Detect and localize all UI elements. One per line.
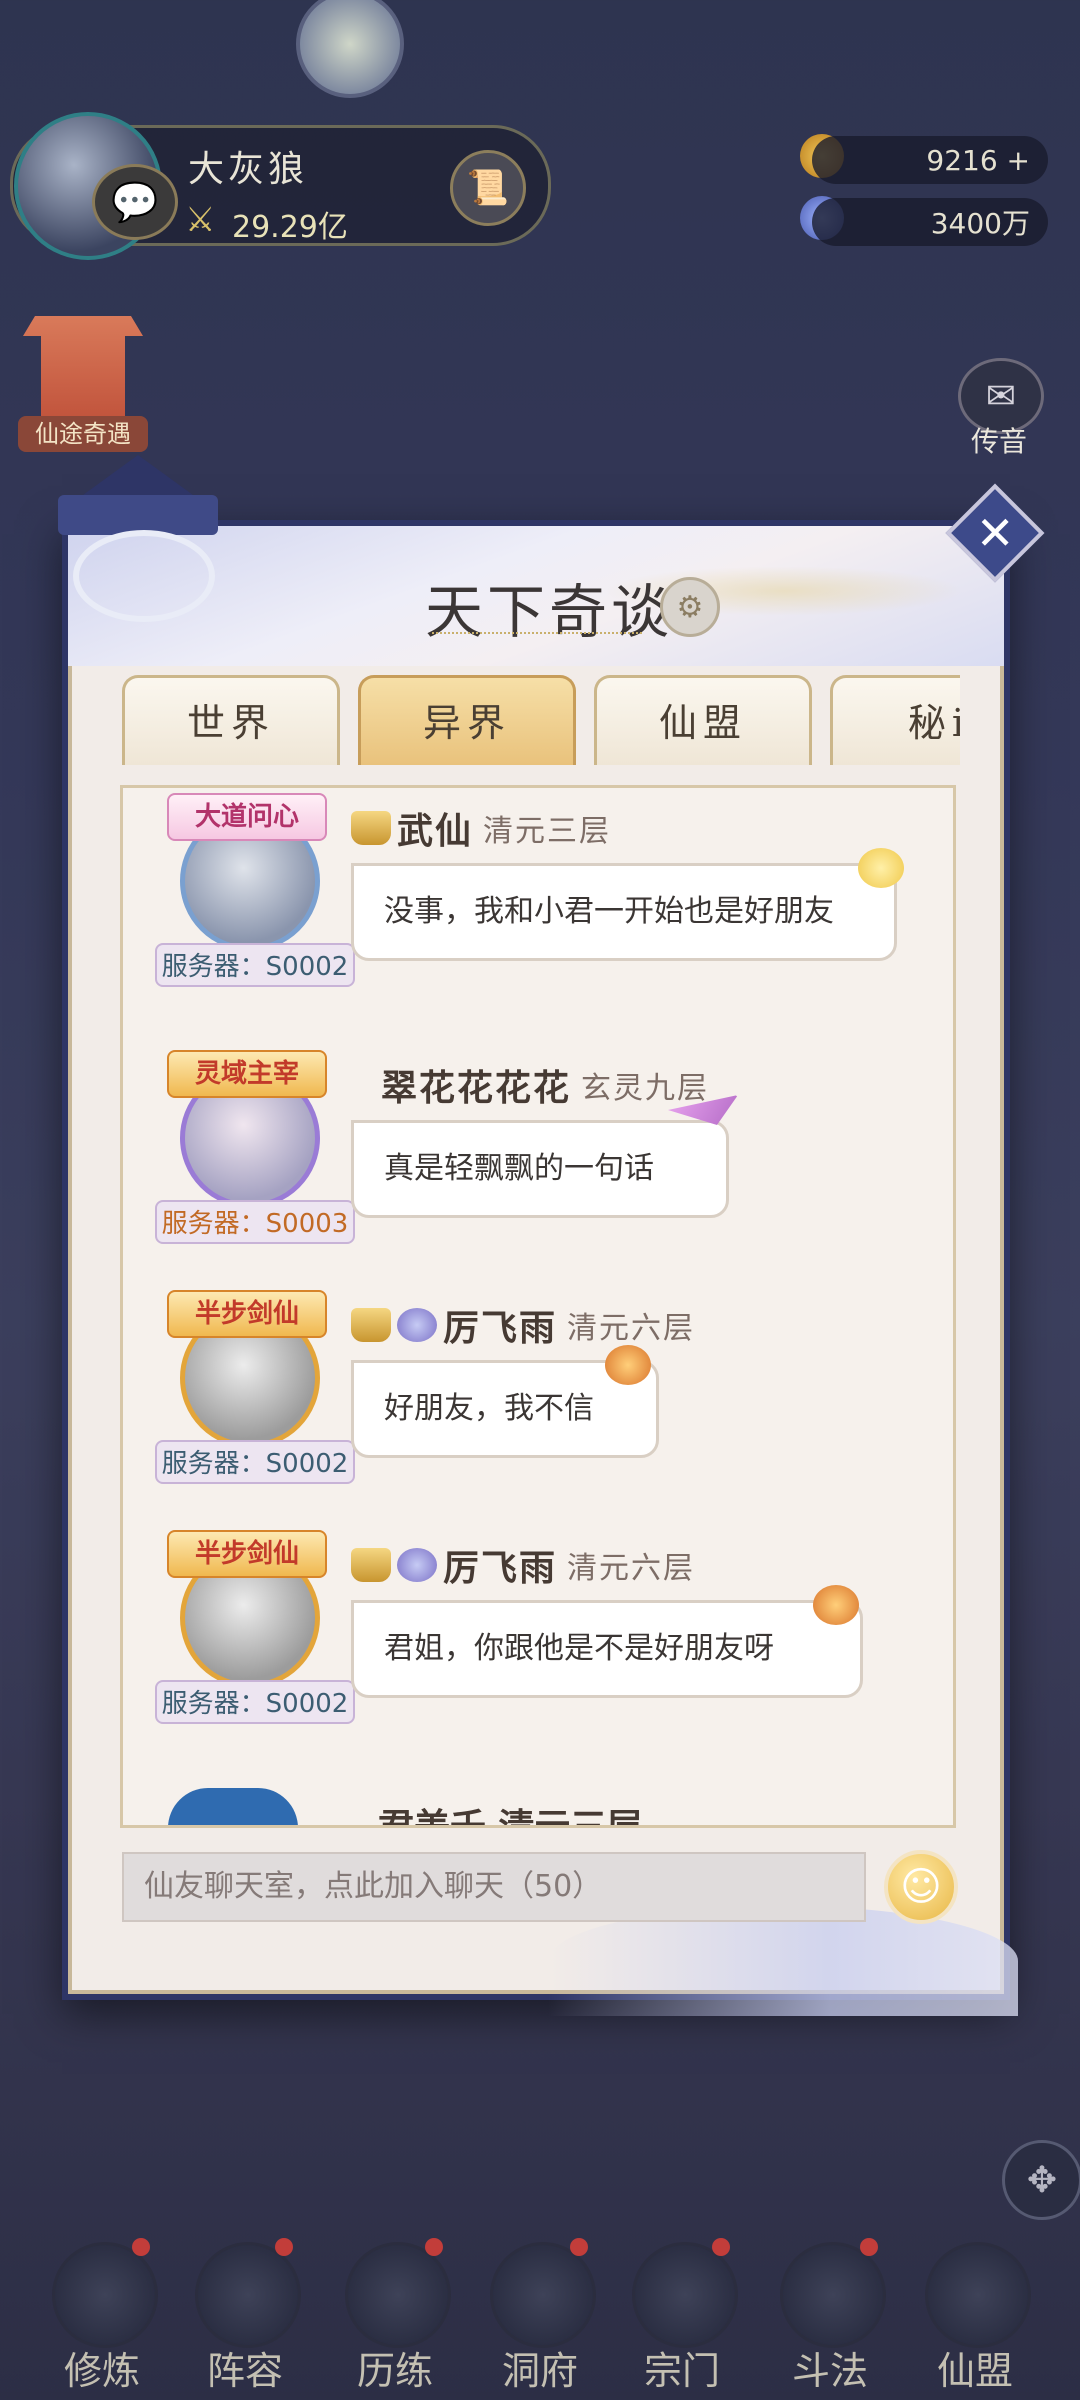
title-badge: 半步剑仙: [167, 1530, 327, 1578]
mail-label: 传音: [970, 425, 1027, 458]
duck-icon: [858, 848, 904, 888]
cultivate-icon: [52, 2242, 158, 2348]
sender-line: 厉飞雨 清元六层: [351, 1540, 695, 1590]
cave-icon: [490, 2242, 596, 2348]
sender-line: 武仙 清元三层: [351, 803, 611, 853]
chat-input[interactable]: 仙友聊天室，点此加入聊天（50）: [122, 1852, 866, 1922]
server-label: 服务器：S0002: [155, 1680, 355, 1724]
nav-battle[interactable]: 斗法: [760, 2230, 900, 2400]
wave-decoration: [548, 1906, 1018, 2016]
nav-label: 阵容: [206, 2349, 283, 2393]
alliance-icon: [925, 2242, 1031, 2348]
tab-otherworld[interactable]: 异界: [358, 675, 576, 765]
compass-icon[interactable]: ✥: [1002, 2140, 1080, 2220]
message-text: 君姐，你跟他是不是好朋友呀: [384, 1631, 774, 1666]
nav-cave[interactable]: 洞府: [470, 2230, 610, 2400]
notification-dot: [132, 2238, 150, 2256]
scroll-icon[interactable]: 📜: [450, 150, 526, 226]
nav-label: 修炼: [63, 2349, 140, 2393]
combat-power: 29.29亿: [232, 210, 348, 245]
close-icon: ✕: [975, 505, 1015, 560]
nav-lineup[interactable]: 阵容: [175, 2230, 315, 2400]
spirit-icon: [397, 1548, 437, 1582]
player-name: 大灰狼: [188, 149, 309, 190]
bottom-navigation: 修炼 阵容 历练 洞府 宗门 斗法 仙盟: [0, 2230, 1080, 2400]
nav-label: 宗门: [643, 2349, 720, 2393]
message-text: 真是轻飘飘的一句话: [384, 1151, 654, 1186]
sect-icon: [632, 2242, 738, 2348]
sender-line: 翠花花花花 玄灵九层: [381, 1060, 709, 1110]
sender-level: 清元三层: [483, 814, 612, 849]
nav-label: 洞府: [501, 2349, 578, 2393]
gate-icon: [23, 316, 143, 416]
user-avatar[interactable]: 半步剑仙 服务器：S0002: [145, 1290, 355, 1490]
notification-dot: [275, 2238, 293, 2256]
settings-icon[interactable]: ⚙: [660, 577, 720, 637]
partial-avatar: [168, 1788, 298, 1825]
battle-icon: [780, 2242, 886, 2348]
swords-icon: ⚔: [185, 200, 216, 240]
user-avatar[interactable]: 半步剑仙 服务器：S0002: [145, 1530, 355, 1730]
nav-trial[interactable]: 历练: [325, 2230, 465, 2400]
message-bubble: 没事，我和小君一开始也是好朋友: [351, 863, 897, 961]
title-badge: 大道问心: [167, 793, 327, 841]
nav-cultivate[interactable]: 修炼: [32, 2230, 172, 2400]
tab-alliance[interactable]: 仙盟: [594, 675, 812, 765]
notification-dot: [570, 2238, 588, 2256]
message-bubble: 君姐，你跟他是不是好朋友呀: [351, 1600, 863, 1698]
pagoda-icon: [48, 455, 228, 625]
nav-label: 仙盟: [936, 2349, 1013, 2393]
lineup-icon: [195, 2242, 301, 2348]
partial-sender-line: 君美千 清元三层: [378, 1807, 643, 1828]
server-label: 服务器：S0003: [155, 1200, 355, 1244]
sender-level: 清元六层: [567, 1551, 696, 1586]
crown-icon: [351, 1308, 391, 1342]
title-divider: [432, 632, 642, 642]
message-bubble: 真是轻飘飘的一句话: [351, 1120, 729, 1218]
notification-dot: [712, 2238, 730, 2256]
currency-counter[interactable]: 3400万: [812, 198, 1048, 246]
title-badge: 灵域主宰: [167, 1050, 327, 1098]
sender-line: 厉飞雨 清元六层: [351, 1300, 695, 1350]
gold-counter[interactable]: 9216 +: [812, 136, 1048, 184]
sender-name: 厉飞雨: [443, 1548, 558, 1589]
nav-alliance[interactable]: 仙盟: [905, 2230, 1045, 2400]
notification-dot: [425, 2238, 443, 2256]
event-button[interactable]: 仙途奇遇: [18, 316, 148, 456]
tab-world[interactable]: 世界: [122, 675, 340, 765]
dragon-icon: [605, 1345, 651, 1385]
user-avatar[interactable]: 大道问心 服务器：S0002: [145, 793, 355, 993]
chat-icon[interactable]: 💬: [92, 164, 178, 240]
channel-tabs: 世界 异界 仙盟 秘i: [122, 675, 960, 765]
sender-name: 武仙: [397, 811, 474, 852]
title-badge: 半步剑仙: [167, 1290, 327, 1338]
notification-dot: [860, 2238, 878, 2256]
server-label: 服务器：S0002: [155, 943, 355, 987]
emoji-icon[interactable]: ☺: [884, 1850, 958, 1924]
spirit-icon: [397, 1308, 437, 1342]
nav-sect[interactable]: 宗门: [612, 2230, 752, 2400]
chat-message-list[interactable]: 大道问心 服务器：S0002 武仙 清元三层 没事，我和小君一开始也是好朋友 灵…: [120, 785, 956, 1828]
sender-level: 玄灵九层: [581, 1071, 710, 1106]
event-label: 仙途奇遇: [18, 416, 148, 452]
crown-icon: [351, 811, 391, 845]
trial-icon: [345, 2242, 451, 2348]
dragon-icon: [813, 1585, 859, 1625]
crown-icon: [351, 1548, 391, 1582]
sender-name: 翠花花花花: [381, 1068, 572, 1109]
nav-label: 斗法: [791, 2349, 868, 2393]
sender-level: 清元六层: [567, 1311, 696, 1346]
message-text: 没事，我和小君一开始也是好朋友: [384, 894, 834, 929]
sender-name: 厉飞雨: [443, 1308, 558, 1349]
tab-secret[interactable]: 秘i: [830, 675, 960, 765]
server-label: 服务器：S0002: [155, 1440, 355, 1484]
message-text: 好朋友，我不信: [384, 1391, 594, 1426]
nav-label: 历练: [356, 2349, 433, 2393]
user-avatar[interactable]: 灵域主宰 服务器：S0003: [145, 1050, 355, 1250]
